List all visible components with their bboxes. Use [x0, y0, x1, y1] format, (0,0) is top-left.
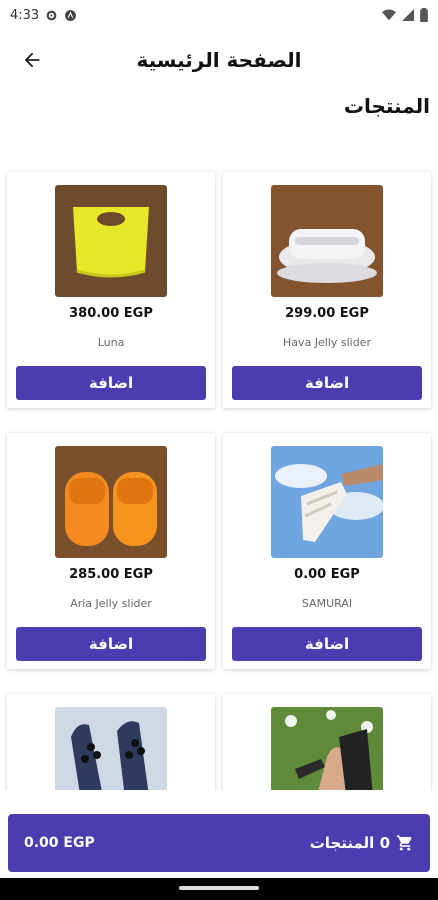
product-card[interactable]: 285.00 EGP Aria Jelly slider اضافة: [7, 433, 215, 669]
status-left: 4:33: [10, 8, 77, 23]
add-to-cart-button[interactable]: اضافة: [232, 627, 422, 661]
product-name: Luna: [97, 336, 125, 349]
product-name: Aria Jelly slider: [70, 597, 152, 610]
product-image-orange-slides: [55, 446, 167, 558]
product-image-navy-sandals: [55, 707, 167, 790]
cart-summary-bar[interactable]: 0.00 EGP 0 المنتجات: [8, 814, 430, 872]
product-image-white-sandal-sky: [271, 446, 383, 558]
product-card[interactable]: 380.00 EGP Luna اضافة: [7, 172, 215, 408]
product-card[interactable]: [223, 694, 431, 790]
app-bar: الصفحة الرئيسية: [0, 36, 438, 84]
section-title: المنتجات: [343, 94, 430, 118]
product-card[interactable]: [7, 694, 215, 790]
cart-count-label: 0 المنتجات: [309, 834, 390, 852]
product-grid: 299.00 EGP Hava Jelly slider اضافة 380.0…: [0, 168, 438, 790]
cart-count: 0 المنتجات: [310, 834, 414, 852]
product-card[interactable]: 0.00 EGP SAMURAI اضافة: [223, 433, 431, 669]
battery-icon: [420, 8, 428, 22]
add-to-cart-button[interactable]: اضافة: [16, 627, 206, 661]
product-name: SAMURAI: [301, 597, 353, 610]
page-title: الصفحة الرئيسية: [136, 48, 302, 72]
product-price: 299.00 EGP: [285, 306, 369, 321]
add-to-cart-button[interactable]: اضافة: [232, 366, 422, 400]
product-image-yellow-bag: [55, 185, 167, 297]
status-bar: 4:33: [0, 0, 438, 30]
product-name: Hava Jelly slider: [282, 336, 371, 349]
home-gesture-pill[interactable]: [179, 886, 259, 890]
signal-icon: [402, 9, 414, 21]
system-nav-bar: [0, 878, 438, 900]
status-time: 4:33: [10, 7, 40, 23]
product-price: 0.00 EGP: [294, 567, 360, 582]
product-image-black-sandal: [271, 707, 383, 790]
product-price: 285.00 EGP: [69, 567, 153, 582]
product-image-white-slide: [271, 185, 383, 297]
wifi-icon: [382, 9, 396, 21]
alert-icon: [65, 9, 77, 21]
cart-total: 0.00 EGP: [24, 835, 95, 851]
settings-gear-icon: [46, 10, 57, 20]
cart-icon: [396, 835, 412, 851]
add-to-cart-button[interactable]: اضافة: [16, 366, 206, 400]
product-card[interactable]: 299.00 EGP Hava Jelly slider اضافة: [223, 172, 431, 408]
product-price: 380.00 EGP: [69, 306, 153, 321]
status-right: [382, 8, 428, 22]
